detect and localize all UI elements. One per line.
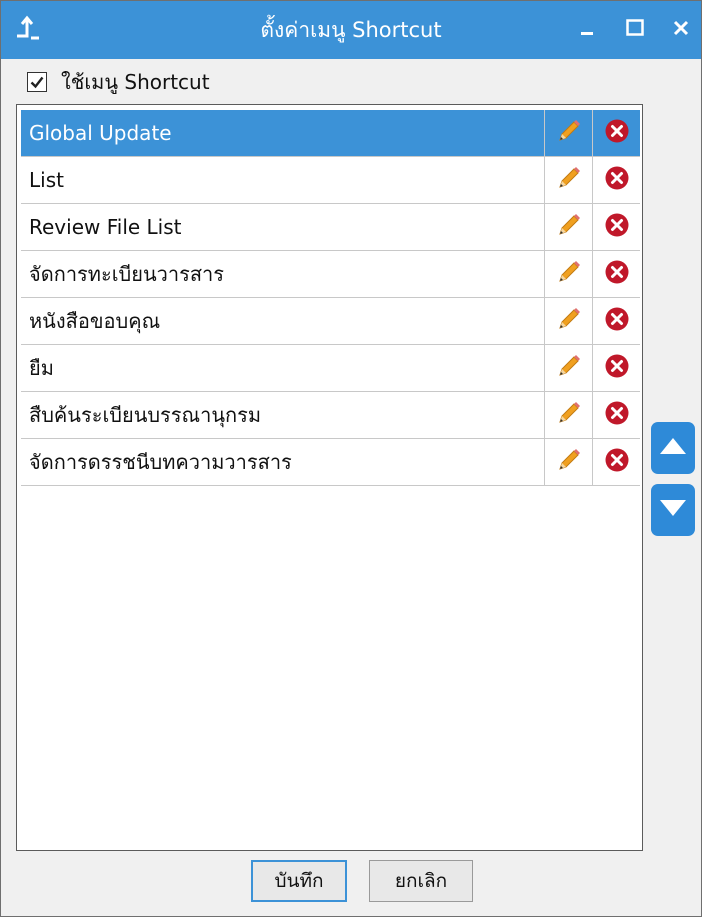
pencil-icon [556,212,582,242]
list-item[interactable]: Global Update [21,110,640,157]
list-item-label: List [29,168,64,192]
delete-x-icon [604,400,630,430]
list-item-label: ยืม [29,356,54,380]
edit-button[interactable] [544,204,592,250]
close-button[interactable] [661,11,701,49]
enable-shortcut-option[interactable]: ใช้เมนู Shortcut [27,67,210,97]
pencil-icon [556,165,582,195]
enable-shortcut-label: ใช้เมนู Shortcut [61,70,210,94]
delete-x-icon [604,118,630,148]
delete-button[interactable] [592,251,641,297]
list-item-label: Review File List [29,215,182,239]
list-item-label: จัดการดรรชนีบทความวารสาร [29,450,292,474]
maximize-icon [626,19,644,41]
delete-x-icon [604,212,630,242]
list-item[interactable]: จัดการทะเบียนวารสาร [21,251,640,298]
shortcut-menu-list[interactable]: Global Update List Review File List จัดการท… [16,104,643,851]
move-up-button[interactable] [651,422,695,474]
window-title: ตั้งค่าเมนู Shortcut [260,18,442,42]
pencil-icon [556,118,582,148]
pencil-icon [556,447,582,477]
arrow-down-icon [658,498,688,522]
delete-button[interactable] [592,157,641,203]
shortcut-arrow-icon [13,14,43,44]
delete-button[interactable] [592,110,641,156]
list-item[interactable]: ยืม [21,345,640,392]
edit-button[interactable] [544,251,592,297]
shortcut-settings-window: ตั้งค่าเมนู Shortcut ใช้เมนู Shortcut Gl… [0,0,702,917]
edit-button[interactable] [544,298,592,344]
arrow-up-icon [658,436,688,460]
cancel-button[interactable]: ยกเลิก [369,860,473,902]
enable-shortcut-checkbox[interactable] [27,72,47,92]
delete-button[interactable] [592,345,641,391]
pencil-icon [556,400,582,430]
delete-x-icon [604,447,630,477]
close-icon [672,19,690,41]
title-bar: ตั้งค่าเมนู Shortcut [1,1,701,59]
list-item-label: Global Update [29,121,172,145]
edit-button[interactable] [544,157,592,203]
edit-button[interactable] [544,439,592,485]
minimize-icon [579,20,595,40]
list-item[interactable]: Review File List [21,204,640,251]
delete-button[interactable] [592,298,641,344]
delete-x-icon [604,259,630,289]
delete-button[interactable] [592,392,641,438]
delete-button[interactable] [592,204,641,250]
delete-button[interactable] [592,439,641,485]
save-button[interactable]: บันทึก [251,860,347,902]
list-item-label: สืบค้นระเบียนบรรณานุกรม [29,403,262,427]
pencil-icon [556,259,582,289]
pencil-icon [556,353,582,383]
delete-x-icon [604,353,630,383]
list-item-label: หนังสือขอบคุณ [29,309,161,333]
pencil-icon [556,306,582,336]
list-item[interactable]: จัดการดรรชนีบทความวารสาร [21,439,640,486]
edit-button[interactable] [544,392,592,438]
list-item[interactable]: สืบค้นระเบียนบรรณานุกรม [21,392,640,439]
delete-x-icon [604,306,630,336]
list-item[interactable]: List [21,157,640,204]
edit-button[interactable] [544,345,592,391]
minimize-button[interactable] [567,11,607,49]
delete-x-icon [604,165,630,195]
maximize-button[interactable] [615,11,655,49]
list-item-label: จัดการทะเบียนวารสาร [29,262,225,286]
list-item[interactable]: หนังสือขอบคุณ [21,298,640,345]
move-down-button[interactable] [651,484,695,536]
edit-button[interactable] [544,110,592,156]
